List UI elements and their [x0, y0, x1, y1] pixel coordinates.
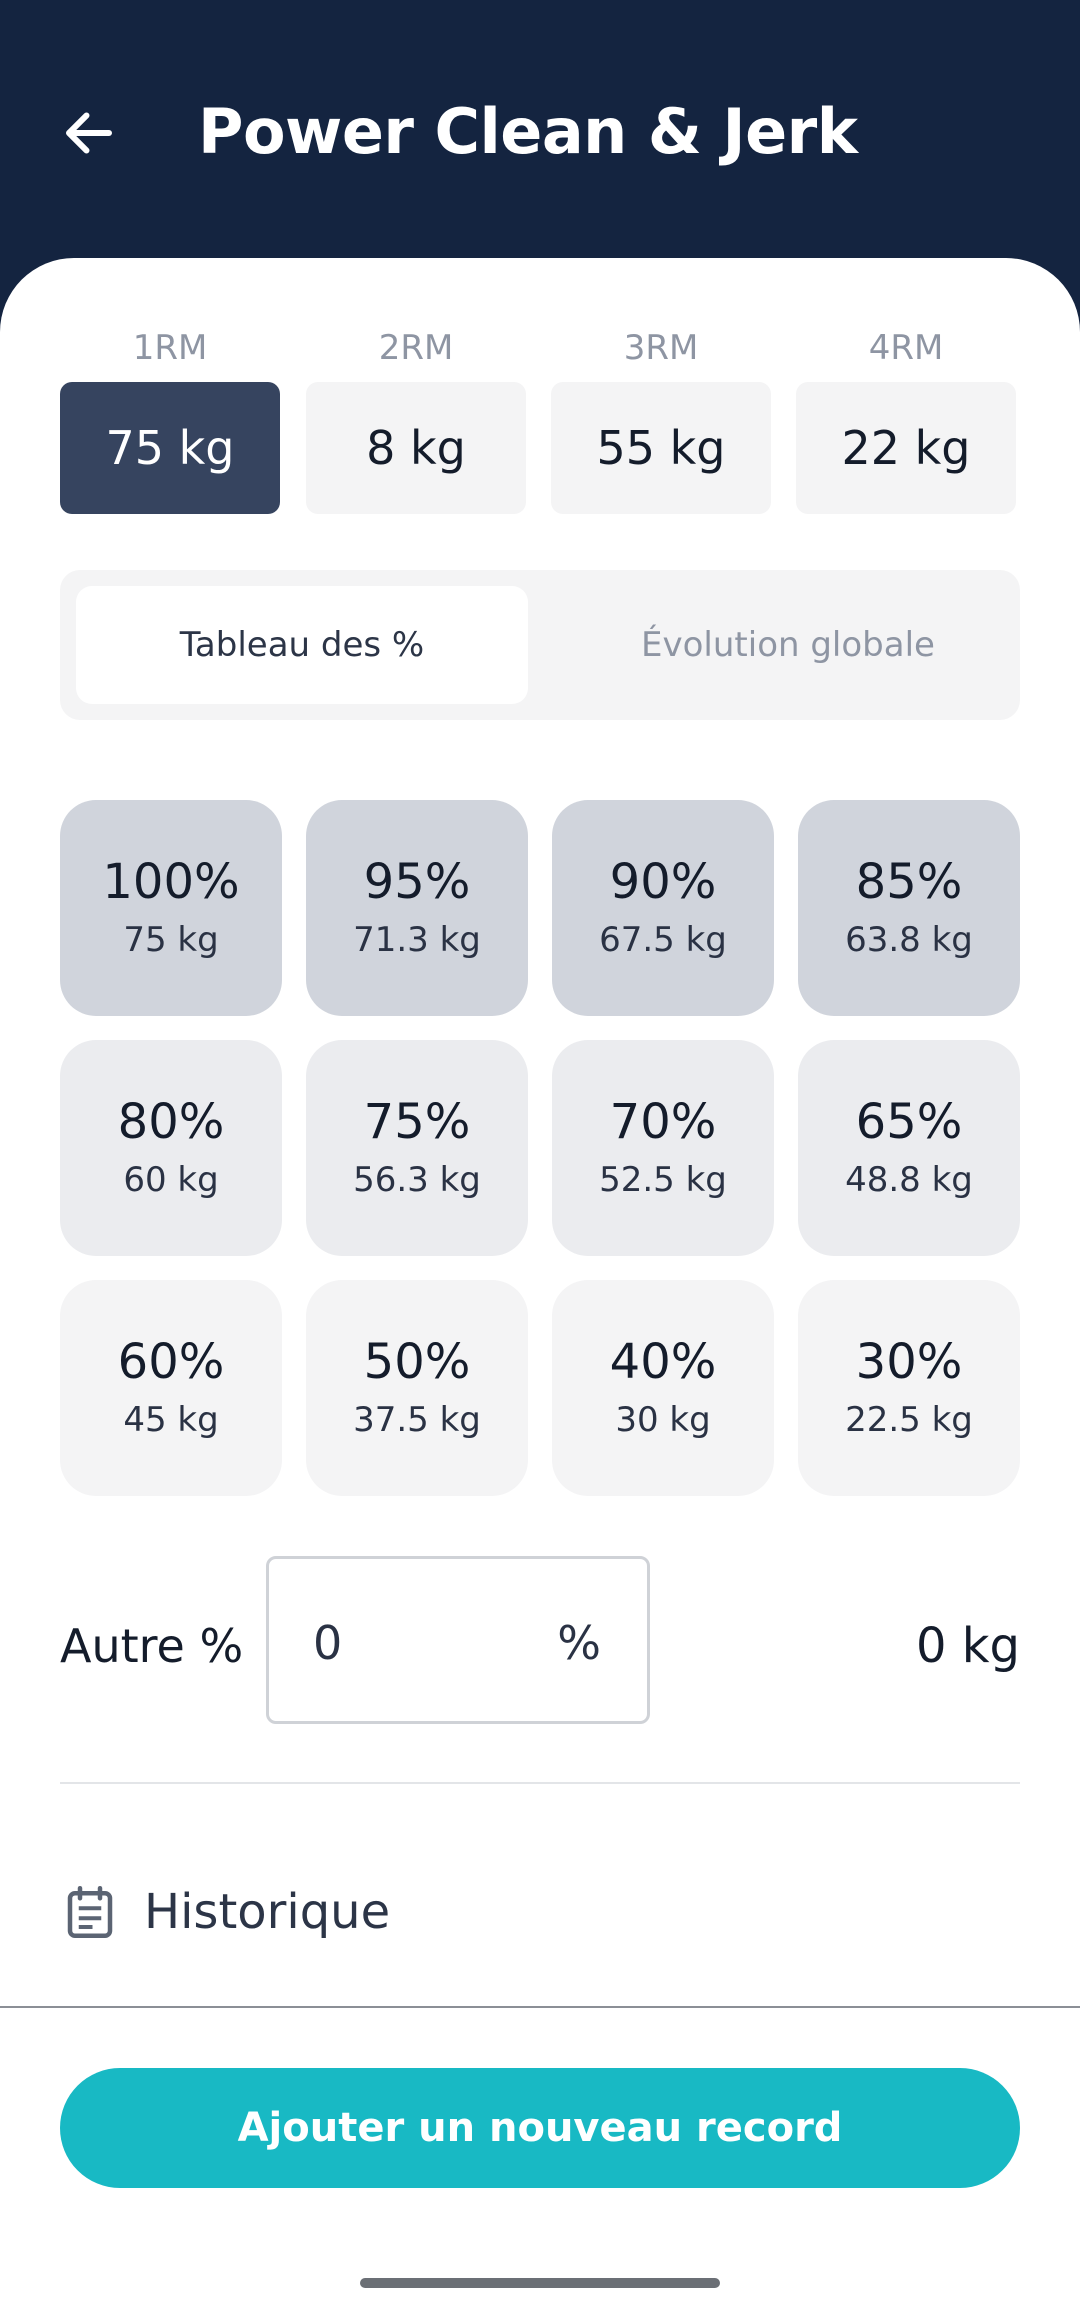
percentage-value: 60% [117, 1334, 225, 1390]
tab-global-evolution[interactable]: Évolution globale [600, 586, 976, 704]
percentage-cell[interactable]: 30% 22.5 kg [798, 1280, 1020, 1496]
weight-value: 60 kg [123, 1160, 219, 1200]
page-title: Power Clean & Jerk [198, 95, 858, 168]
percentage-cell[interactable]: 80% 60 kg [60, 1040, 282, 1256]
percentage-value: 40% [609, 1334, 717, 1390]
rm-value-button[interactable]: 22 kg [796, 382, 1016, 514]
percentage-value: 65% [855, 1094, 963, 1150]
content-sheet: 1RM 75 kg 2RM 8 kg 3RM 55 kg 4RM 22 kg T… [0, 258, 1080, 2308]
weight-value: 37.5 kg [353, 1400, 481, 1440]
add-record-button[interactable]: Ajouter un nouveau record [60, 2068, 1020, 2188]
weight-value: 45 kg [123, 1400, 219, 1440]
history-label: Historique [144, 1884, 391, 1940]
rm-label: 1RM [132, 328, 208, 368]
percentage-value: 85% [855, 854, 963, 910]
percentage-cell[interactable]: 85% 63.8 kg [798, 800, 1020, 1016]
rm-value-button[interactable]: 55 kg [551, 382, 771, 514]
custom-percent-result: 0 kg [915, 1618, 1020, 1674]
percentage-value: 90% [609, 854, 717, 910]
footer-divider [0, 2006, 1080, 2008]
tab-percent-table[interactable]: Tableau des % [76, 586, 528, 704]
percentage-cell[interactable]: 100% 75 kg [60, 800, 282, 1016]
percentage-cell[interactable]: 60% 45 kg [60, 1280, 282, 1496]
history-row[interactable]: Historique [60, 1870, 390, 1954]
percentage-cell[interactable]: 95% 71.3 kg [306, 800, 528, 1016]
rm-option-3: 3RM 55 kg [551, 318, 771, 514]
weight-value: 75 kg [123, 920, 219, 960]
percentage-cell[interactable]: 75% 56.3 kg [306, 1040, 528, 1256]
rm-option-2: 2RM 8 kg [306, 318, 526, 514]
custom-percent-input[interactable]: 0 % [266, 1556, 650, 1724]
percentage-value: 100% [102, 854, 240, 910]
rm-value-button[interactable]: 8 kg [306, 382, 526, 514]
weight-value: 22.5 kg [845, 1400, 973, 1440]
weight-value: 30 kg [615, 1400, 711, 1440]
rm-value-button[interactable]: 75 kg [60, 382, 280, 514]
percentage-value: 75% [363, 1094, 471, 1150]
custom-percent-value: 0 [313, 1616, 343, 1670]
percentage-cell[interactable]: 40% 30 kg [552, 1280, 774, 1496]
percentage-cell[interactable]: 50% 37.5 kg [306, 1280, 528, 1496]
view-toggle: Tableau des % Évolution globale [60, 570, 1020, 720]
custom-percent-label: Autre % [60, 1619, 244, 1673]
back-button[interactable] [52, 96, 126, 170]
percentage-cell[interactable]: 90% 67.5 kg [552, 800, 774, 1016]
rm-label: 3RM [623, 328, 699, 368]
home-indicator[interactable] [360, 2278, 720, 2288]
divider [60, 1782, 1020, 1784]
percentage-cell[interactable]: 65% 48.8 kg [798, 1040, 1020, 1256]
weight-value: 48.8 kg [845, 1160, 973, 1200]
weight-value: 71.3 kg [353, 920, 481, 960]
weight-value: 63.8 kg [845, 920, 973, 960]
rm-option-4: 4RM 22 kg [796, 318, 1016, 514]
weight-value: 52.5 kg [599, 1160, 727, 1200]
percentage-cell[interactable]: 70% 52.5 kg [552, 1040, 774, 1256]
rm-option-1: 1RM 75 kg [60, 318, 280, 514]
rm-label: 2RM [378, 328, 454, 368]
percentage-value: 95% [363, 854, 471, 910]
percentage-value: 30% [855, 1334, 963, 1390]
percent-unit: % [557, 1616, 601, 1670]
rm-label: 4RM [868, 328, 944, 368]
percentage-value: 50% [363, 1334, 471, 1390]
percentage-value: 80% [117, 1094, 225, 1150]
weight-value: 67.5 kg [599, 920, 727, 960]
percentage-value: 70% [609, 1094, 717, 1150]
arrow-left-icon [66, 112, 112, 154]
rm-selector: 1RM 75 kg 2RM 8 kg 3RM 55 kg 4RM 22 kg [60, 318, 1020, 514]
calendar-icon [67, 1886, 113, 1938]
weight-value: 56.3 kg [353, 1160, 481, 1200]
